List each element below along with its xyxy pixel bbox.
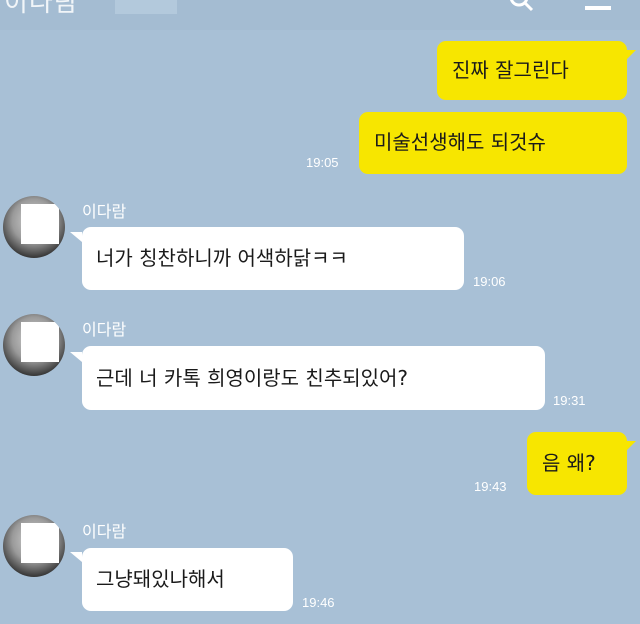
other-message-bubble[interactable]: 너가 칭찬하니까 어색하닭ㅋㅋ — [82, 227, 464, 290]
message-text: 음 왜? — [542, 451, 596, 475]
chat-header: 이다람 — [0, 0, 640, 30]
bubble-tail — [70, 232, 82, 242]
menu-icon[interactable] — [585, 6, 611, 10]
message-text: 그냥돼있나해서 — [96, 567, 225, 591]
sender-name: 이다람 — [82, 202, 127, 221]
message-timestamp: 19:46 — [302, 595, 335, 610]
message-timestamp: 19:31 — [553, 393, 586, 408]
avatar[interactable] — [3, 515, 65, 577]
my-message-bubble[interactable]: 미술선생해도 되것슈 — [359, 112, 627, 174]
message-timestamp: 19:06 — [473, 274, 506, 289]
redaction-box — [115, 0, 177, 14]
avatar-redaction — [21, 322, 59, 362]
message-text: 진짜 잘그린다 — [452, 58, 569, 82]
chat-title: 이다람 — [4, 0, 79, 18]
sender-name: 이다람 — [82, 320, 127, 339]
message-text: 너가 칭찬하니까 어색하닭ㅋㅋ — [96, 246, 348, 270]
message-timestamp: 19:43 — [474, 479, 507, 494]
avatar[interactable] — [3, 314, 65, 376]
sender-name: 이다람 — [82, 522, 127, 541]
avatar-redaction — [21, 204, 59, 244]
avatar[interactable] — [3, 196, 65, 258]
message-text: 근데 너 카톡 희영이랑도 친추되있어? — [96, 366, 409, 390]
other-message-bubble[interactable]: 그냥돼있나해서 — [82, 548, 293, 611]
avatar-redaction — [21, 523, 59, 563]
message-timestamp: 19:05 — [306, 155, 339, 170]
other-message-bubble[interactable]: 근데 너 카톡 희영이랑도 친추되있어? — [82, 346, 545, 410]
my-message-bubble[interactable]: 음 왜? — [527, 432, 627, 495]
my-message-bubble[interactable]: 진짜 잘그린다 — [437, 41, 627, 100]
bubble-tail — [626, 441, 636, 451]
bubble-tail — [70, 552, 82, 562]
message-text: 미술선생해도 되것슈 — [374, 130, 546, 154]
bubble-tail — [70, 352, 82, 362]
bubble-tail — [626, 50, 636, 60]
search-icon[interactable] — [508, 0, 534, 12]
